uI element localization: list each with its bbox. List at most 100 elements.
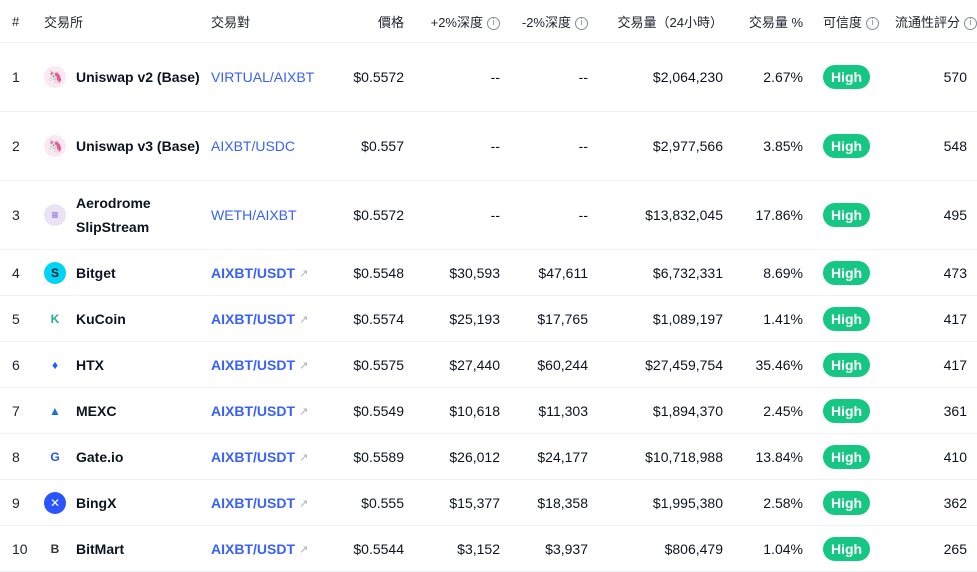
exchange-cell[interactable]: K KuCoin <box>44 295 211 342</box>
depth-minus-cell: $11,303 <box>510 387 598 434</box>
confidence-cell: High <box>813 387 895 434</box>
pair-link[interactable]: WETH/AIXBT <box>211 207 297 223</box>
info-icon[interactable]: i <box>964 16 977 30</box>
pair-cell[interactable]: AIXBT/USDC <box>211 111 328 181</box>
header-exchange[interactable]: 交易所 <box>44 0 211 43</box>
table-row[interactable]: 2 🦄 Uniswap v3 (Base) AIXBT/USDC $0.557 … <box>0 111 977 181</box>
exchange-cell[interactable]: ▲ MEXC <box>44 387 211 434</box>
pair-link[interactable]: VIRTUAL/AIXBT <box>211 69 314 85</box>
pair-link[interactable]: AIXBT/USDT <box>211 449 295 465</box>
markets-table: # 交易所 交易對 價格 +2%深度 i -2%深度 i 交易量（24小時） 交易量… <box>0 0 977 572</box>
info-icon[interactable]: i <box>487 16 500 30</box>
pair-cell[interactable]: AIXBT/USDT ↗ <box>211 479 328 526</box>
pair-link[interactable]: AIXBT/USDC <box>211 138 295 154</box>
pair-cell[interactable]: AIXBT/USDT ↗ <box>211 387 328 434</box>
external-link-icon[interactable]: ↗ <box>299 451 308 464</box>
exchange-cell[interactable]: B BitMart <box>44 525 211 572</box>
pair-link[interactable]: AIXBT/USDT <box>211 265 295 281</box>
table-row[interactable]: 3 ≡ Aerodrome SlipStream WETH/AIXBT $0.5… <box>0 180 977 250</box>
pair-cell[interactable]: AIXBT/USDT ↗ <box>211 295 328 342</box>
external-link-icon[interactable]: ↗ <box>299 313 308 326</box>
price-cell: $0.5572 <box>328 180 414 250</box>
exchange-cell[interactable]: G Gate.io <box>44 433 211 480</box>
header-rank[interactable]: # <box>0 0 44 43</box>
volume-cell: $2,064,230 <box>598 42 733 112</box>
pair-link[interactable]: AIXBT/USDT <box>211 311 295 327</box>
external-link-icon[interactable]: ↗ <box>299 497 308 510</box>
volume-pct-cell: 2.67% <box>733 42 813 112</box>
volume-cell: $1,089,197 <box>598 295 733 342</box>
table-row[interactable]: 8 G Gate.io AIXBT/USDT ↗ $0.5589 $26,012 … <box>0 433 977 480</box>
exchange-cell[interactable]: S Bitget <box>44 249 211 296</box>
pair-cell[interactable]: AIXBT/USDT ↗ <box>211 249 328 296</box>
exchange-name[interactable]: Gate.io <box>76 445 123 469</box>
exchange-name[interactable]: BingX <box>76 491 116 515</box>
exchange-name[interactable]: BitMart <box>76 537 124 561</box>
depth-minus-cell: $47,611 <box>510 249 598 296</box>
rank-cell: 10 <box>0 525 44 572</box>
external-link-icon[interactable]: ↗ <box>299 359 308 372</box>
header-volume[interactable]: 交易量（24小時） <box>598 0 733 43</box>
table-row[interactable]: 9 ✕ BingX AIXBT/USDT ↗ $0.555 $15,377 $18… <box>0 479 977 526</box>
table-row[interactable]: 1 🦄 Uniswap v2 (Base) VIRTUAL/AIXBT $0.5… <box>0 42 977 112</box>
depth-minus-cell: $60,244 <box>510 341 598 388</box>
header-confidence[interactable]: 可信度 i <box>813 0 895 43</box>
header-depth-plus[interactable]: +2%深度 i <box>414 0 510 43</box>
liquidity-cell: 417 <box>895 341 977 388</box>
info-icon[interactable]: i <box>866 16 880 30</box>
pair-link[interactable]: AIXBT/USDT <box>211 357 295 373</box>
depth-minus-cell: $24,177 <box>510 433 598 480</box>
header-price[interactable]: 價格 <box>328 0 414 43</box>
exchange-cell[interactable]: 🦄 Uniswap v2 (Base) <box>44 42 211 112</box>
confidence-badge: High <box>823 352 871 377</box>
table-row[interactable]: 4 S Bitget AIXBT/USDT ↗ $0.5548 $30,593 $… <box>0 249 977 296</box>
exchange-name[interactable]: HTX <box>76 353 104 377</box>
exchange-cell[interactable]: 🦄 Uniswap v3 (Base) <box>44 111 211 181</box>
pair-link[interactable]: AIXBT/USDT <box>211 495 295 511</box>
exchange-name[interactable]: MEXC <box>76 399 116 423</box>
external-link-icon[interactable]: ↗ <box>299 405 308 418</box>
exchange-name[interactable]: Aerodrome SlipStream <box>76 191 201 239</box>
pair-cell[interactable]: WETH/AIXBT <box>211 180 328 250</box>
confidence-badge: High <box>823 260 871 285</box>
pair-cell[interactable]: VIRTUAL/AIXBT <box>211 42 328 112</box>
header-liquidity[interactable]: 流通性評分 i <box>895 0 977 43</box>
rank-cell: 5 <box>0 295 44 342</box>
header-volume-pct[interactable]: 交易量 % <box>733 0 813 43</box>
rank-cell: 7 <box>0 387 44 434</box>
exchange-name[interactable]: Uniswap v2 (Base) <box>76 65 200 89</box>
exchange-name[interactable]: Uniswap v3 (Base) <box>76 134 200 158</box>
depth-plus-cell: -- <box>414 42 510 112</box>
uniswap-icon: 🦄 <box>44 66 66 88</box>
info-icon[interactable]: i <box>575 16 588 30</box>
liquidity-cell: 548 <box>895 111 977 181</box>
depth-plus-cell: $25,193 <box>414 295 510 342</box>
pair-cell[interactable]: AIXBT/USDT ↗ <box>211 525 328 572</box>
volume-pct-cell: 1.41% <box>733 295 813 342</box>
header-depth-minus[interactable]: -2%深度 i <box>510 0 598 43</box>
exchange-name[interactable]: KuCoin <box>76 307 126 331</box>
table-row[interactable]: 10 B BitMart AIXBT/USDT ↗ $0.5544 $3,152 … <box>0 525 977 572</box>
pair-cell[interactable]: AIXBT/USDT ↗ <box>211 433 328 480</box>
exchange-cell[interactable]: ♦ HTX <box>44 341 211 388</box>
volume-cell: $27,459,754 <box>598 341 733 388</box>
external-link-icon[interactable]: ↗ <box>299 267 308 280</box>
exchange-cell[interactable]: ✕ BingX <box>44 479 211 526</box>
depth-plus-cell: $30,593 <box>414 249 510 296</box>
pair-cell[interactable]: AIXBT/USDT ↗ <box>211 341 328 388</box>
confidence-cell: High <box>813 111 895 181</box>
table-row[interactable]: 5 K KuCoin AIXBT/USDT ↗ $0.5574 $25,193 $… <box>0 295 977 342</box>
depth-minus-cell: $18,358 <box>510 479 598 526</box>
liquidity-cell: 410 <box>895 433 977 480</box>
table-row[interactable]: 7 ▲ MEXC AIXBT/USDT ↗ $0.5549 $10,618 $11… <box>0 387 977 434</box>
pair-link[interactable]: AIXBT/USDT <box>211 541 295 557</box>
confidence-badge: High <box>823 398 871 423</box>
exchange-name[interactable]: Bitget <box>76 261 116 285</box>
table-row[interactable]: 6 ♦ HTX AIXBT/USDT ↗ $0.5575 $27,440 $60,… <box>0 341 977 388</box>
header-pair[interactable]: 交易對 <box>211 0 328 43</box>
exchange-cell[interactable]: ≡ Aerodrome SlipStream <box>44 180 211 250</box>
liquidity-cell: 570 <box>895 42 977 112</box>
rank-cell: 6 <box>0 341 44 388</box>
external-link-icon[interactable]: ↗ <box>299 543 308 556</box>
pair-link[interactable]: AIXBT/USDT <box>211 403 295 419</box>
